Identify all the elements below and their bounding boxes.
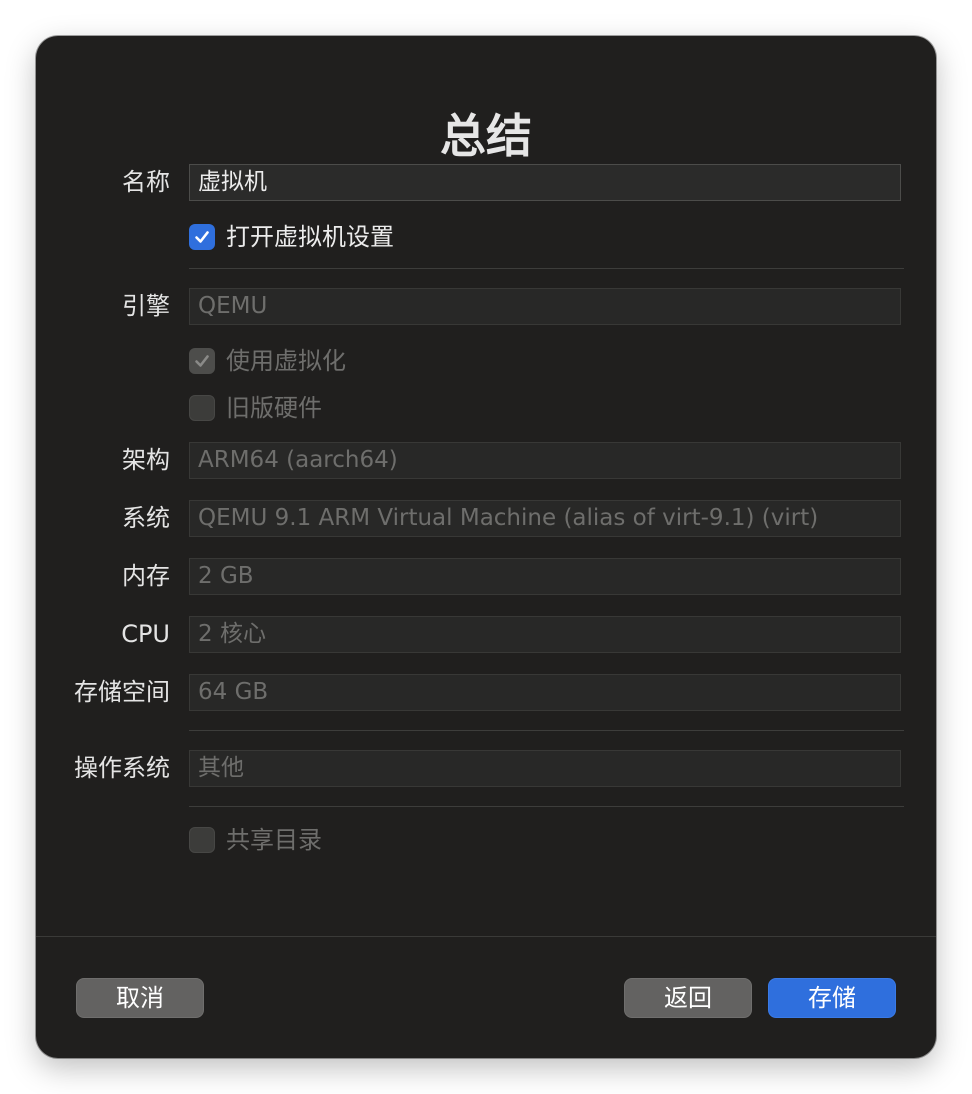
cancel-button[interactable]: 取消	[76, 978, 204, 1018]
divider	[189, 806, 904, 807]
name-field[interactable]: 虚拟机	[189, 164, 901, 201]
checkbox-unchecked-disabled-icon	[189, 395, 215, 421]
name-label: 名称	[122, 168, 170, 196]
summary-dialog: 总结 名称 虚拟机 打开虚拟机设置 引擎 QEMU 使用虚拟化 旧版硬件 架构 …	[36, 36, 936, 1058]
open-settings-checkbox[interactable]: 打开虚拟机设置	[189, 222, 394, 252]
checkmark-icon	[195, 231, 209, 243]
os-label: 操作系统	[74, 754, 170, 782]
os-field: 其他	[189, 750, 901, 787]
checkbox-checked-disabled-icon	[189, 348, 215, 374]
shared-directory-checkbox: 共享目录	[189, 825, 322, 855]
legacy-hardware-label: 旧版硬件	[226, 394, 322, 422]
open-settings-label: 打开虚拟机设置	[226, 223, 394, 251]
memory-field: 2 GB	[189, 558, 901, 595]
memory-label: 内存	[122, 562, 170, 590]
cpu-label: CPU	[121, 620, 170, 648]
dialog-title: 总结	[440, 109, 532, 163]
checkbox-checked-icon[interactable]	[189, 224, 215, 250]
divider	[189, 730, 904, 731]
engine-field: QEMU	[189, 288, 901, 325]
storage-label: 存储空间	[74, 678, 170, 706]
back-button[interactable]: 返回	[624, 978, 752, 1018]
checkmark-icon	[195, 355, 209, 367]
footer-divider	[36, 936, 936, 937]
architecture-label: 架构	[122, 446, 170, 474]
checkbox-unchecked-disabled-icon	[189, 827, 215, 853]
use-virtualization-label: 使用虚拟化	[226, 347, 346, 375]
divider	[189, 268, 904, 269]
storage-field: 64 GB	[189, 674, 901, 711]
save-button[interactable]: 存储	[768, 978, 896, 1018]
architecture-field: ARM64 (aarch64)	[189, 442, 901, 479]
use-virtualization-checkbox: 使用虚拟化	[189, 346, 346, 376]
legacy-hardware-checkbox: 旧版硬件	[189, 393, 322, 423]
shared-directory-label: 共享目录	[226, 826, 322, 854]
cpu-field: 2 核心	[189, 616, 901, 653]
system-label: 系统	[122, 504, 170, 532]
engine-label: 引擎	[122, 292, 170, 320]
system-field: QEMU 9.1 ARM Virtual Machine (alias of v…	[189, 500, 901, 537]
